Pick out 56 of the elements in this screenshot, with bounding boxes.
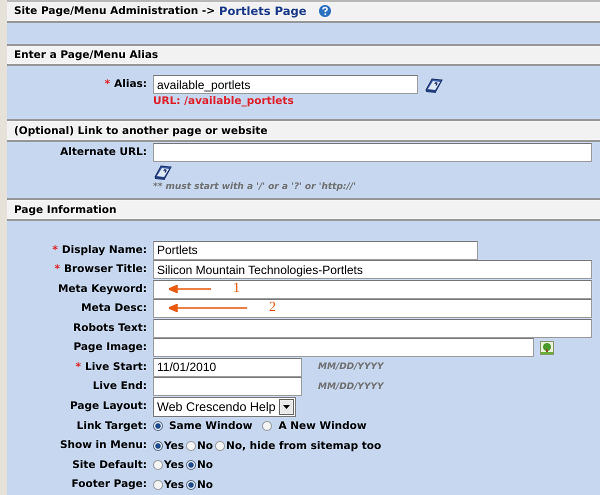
alias-field[interactable]: available_portlets	[153, 75, 418, 94]
radio-option[interactable]: A New Window	[262, 420, 367, 432]
radio-option[interactable]: Yes	[153, 459, 184, 472]
url-preview: URL: /available_portlets	[153, 95, 295, 108]
required-mark: *	[52, 244, 58, 256]
radio-option[interactable]: No	[186, 478, 214, 491]
breadcrumb-text: Site Page/Menu Administration ->	[14, 5, 216, 18]
text-field[interactable]	[153, 280, 592, 299]
radio-option[interactable]: Yes	[153, 440, 184, 452]
date-format-hint: MM/DD/YYYY	[318, 382, 384, 392]
date-field[interactable]	[153, 377, 302, 396]
field-label: Robots Text:	[73, 322, 147, 334]
field-label: Live Start:	[85, 360, 147, 373]
annotation-number: 2	[269, 301, 276, 316]
alternate-url-field[interactable]	[153, 143, 592, 162]
section-title: Enter a Page/Menu Alias	[14, 48, 158, 61]
field-label: Link Target:	[76, 420, 147, 432]
field-label: Display Name:	[62, 244, 147, 256]
field-label: Alias:	[114, 78, 147, 90]
hint-text: ** must start with a '/' or a '?' or 'http://'	[153, 182, 357, 192]
radio-option[interactable]: No	[186, 459, 214, 472]
help-icon[interactable]	[318, 5, 331, 18]
field-label: Site Default:	[72, 458, 147, 471]
required-mark: *	[76, 360, 82, 373]
image-picker-icon[interactable]	[540, 340, 554, 355]
field-label: Show in Menu:	[60, 439, 147, 452]
section-title: Page Information	[14, 204, 116, 216]
required-mark: *	[104, 78, 110, 90]
help-book-icon[interactable]	[424, 76, 444, 94]
page-layout-dropdown[interactable]: Web Crescendo Help	[153, 396, 296, 417]
date-field[interactable]: 11/01/2010	[153, 358, 302, 377]
field-label: Alternate URL:	[60, 146, 147, 158]
annotation-arrow	[169, 284, 211, 293]
text-field[interactable]	[153, 318, 592, 338]
help-book-icon[interactable]	[153, 163, 173, 182]
page-title: Portlets Page	[219, 4, 307, 18]
required-mark: *	[54, 263, 60, 276]
field-label: Page Image:	[73, 341, 147, 354]
field-label: Live End:	[92, 380, 147, 392]
section-title: (Optional) Link to another page or website	[14, 124, 268, 137]
text-field[interactable]: Portlets	[153, 240, 478, 260]
radio-option[interactable]: Yes	[153, 478, 184, 491]
text-field[interactable]	[153, 299, 592, 318]
radio-option[interactable]: Same Window	[153, 420, 252, 432]
field-label: Footer Page:	[72, 478, 147, 490]
annotation-number: 1	[233, 282, 240, 296]
dropdown-caret-icon	[282, 404, 290, 409]
field-label: Meta Desc:	[81, 302, 147, 314]
page-image-field[interactable]	[153, 338, 534, 358]
radio-option[interactable]: No, hide from sitemap too	[215, 440, 382, 452]
field-label: Browser Title:	[64, 263, 147, 276]
text-field[interactable]: Silicon Mountain Technologies-Portlets	[153, 260, 592, 280]
field-label: Meta Keyword:	[58, 282, 147, 295]
date-format-hint: MM/DD/YYYY	[318, 362, 384, 372]
radio-option[interactable]: No	[186, 440, 214, 452]
field-label: Page Layout:	[70, 400, 147, 412]
